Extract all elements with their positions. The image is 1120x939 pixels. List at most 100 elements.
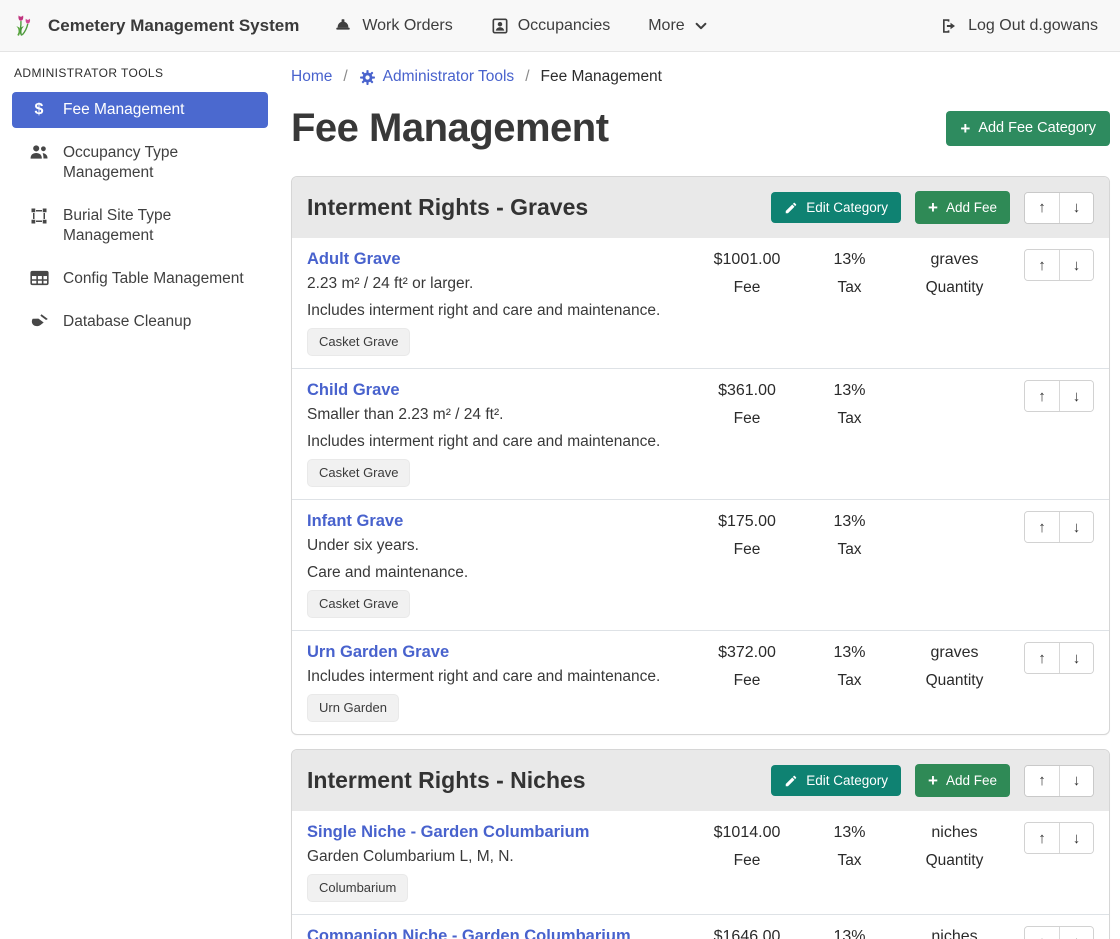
arrow-down-icon: ↓ xyxy=(1073,519,1081,536)
fee-description: Smaller than 2.23 m² / 24 ft². xyxy=(307,404,684,425)
pencil-icon xyxy=(784,774,798,788)
nav-more-label: More xyxy=(648,17,684,35)
category-title: Interment Rights - Niches xyxy=(307,767,771,794)
add-fee-button[interactable]: +Add Fee xyxy=(915,191,1010,224)
sidebar-item-database-cleanup[interactable]: Database Cleanup xyxy=(12,304,268,340)
arrow-down-icon: ↓ xyxy=(1073,650,1081,667)
breadcrumb-current: Fee Management xyxy=(541,68,663,86)
nav-occupancies[interactable]: Occupancies xyxy=(491,17,611,35)
page-header: Fee Management + Add Fee Category xyxy=(291,102,1110,154)
quantity-value: graves xyxy=(897,249,1012,270)
arrow-up-icon: ↑ xyxy=(1038,830,1046,847)
edit-category-button[interactable]: Edit Category xyxy=(771,765,901,796)
fee-reorder-group: ↑↓ xyxy=(1024,926,1094,939)
fee-name-link[interactable]: Single Niche - Garden Columbarium xyxy=(307,822,589,843)
move-fee-up-button[interactable]: ↑ xyxy=(1025,250,1059,280)
move-category-down-button[interactable]: ↓ xyxy=(1059,766,1093,796)
sidebar-list: $Fee Management Occupancy Type Management… xyxy=(12,92,268,340)
sidebar-item-burial-site-type-management[interactable]: Burial Site Type Management xyxy=(12,198,268,254)
edit-category-label: Edit Category xyxy=(806,200,888,215)
tax-rate-label: Tax xyxy=(802,671,897,691)
fee-type-badge: Casket Grave xyxy=(307,590,410,618)
move-fee-down-button[interactable]: ↓ xyxy=(1059,381,1093,411)
quantity-label: Quantity xyxy=(897,671,1012,691)
fee-category-card-interment-rights-graves: Interment Rights - Graves Edit Category +A… xyxy=(291,176,1110,735)
fee-type-badge: Columbarium xyxy=(307,874,408,902)
fee-description: Includes interment right and care and ma… xyxy=(307,300,684,321)
people-icon xyxy=(28,144,50,160)
fee-reorder-group: ↑↓ xyxy=(1024,511,1094,543)
move-fee-down-button[interactable]: ↓ xyxy=(1059,512,1093,542)
move-fee-up-button[interactable]: ↑ xyxy=(1025,381,1059,411)
pencil-icon xyxy=(784,201,798,215)
hard-hat-icon xyxy=(333,17,353,34)
quantity-label: Quantity xyxy=(897,278,1012,298)
top-navbar: Cemetery Management System Work Orders O… xyxy=(0,0,1120,52)
tax-rate-label: Tax xyxy=(802,851,897,871)
fee-category-card-interment-rights-niches: Interment Rights - NichesEdit Category +A… xyxy=(291,749,1110,939)
fee-amount-value: $1014.00 xyxy=(692,822,802,843)
tax-rate-label: Tax xyxy=(802,409,897,429)
fee-reorder-group: ↑↓ xyxy=(1024,642,1094,674)
fee-type-badge: Casket Grave xyxy=(307,328,410,356)
edit-category-button[interactable]: Edit Category xyxy=(771,192,901,223)
move-fee-up-button[interactable]: ↑ xyxy=(1025,512,1059,542)
breadcrumb-admin-tools-link[interactable]: Administrator Tools xyxy=(359,68,515,86)
quantity-value: niches xyxy=(897,926,1012,939)
fee-name-link[interactable]: Adult Grave xyxy=(307,249,401,270)
move-fee-up-button[interactable]: ↑ xyxy=(1025,823,1059,853)
fee-name-link[interactable]: Urn Garden Grave xyxy=(307,642,449,663)
nav-work-orders[interactable]: Work Orders xyxy=(333,17,452,35)
arrow-up-icon: ↑ xyxy=(1038,772,1046,789)
fee-description: 2.23 m² / 24 ft² or larger. xyxy=(307,273,684,294)
move-fee-down-button[interactable]: ↓ xyxy=(1059,927,1093,939)
tax-rate-column: 13%Tax xyxy=(802,926,897,939)
plus-icon: + xyxy=(928,772,938,789)
move-fee-up-button[interactable]: ↑ xyxy=(1025,643,1059,673)
sidebar-item-config-table-management[interactable]: Config Table Management xyxy=(12,261,268,297)
sidebar-item-label: Database Cleanup xyxy=(63,312,191,332)
fee-info: Adult Grave 2.23 m² / 24 ft² or larger. In… xyxy=(307,249,692,356)
fee-amount-label: Fee xyxy=(692,540,802,560)
move-fee-down-button[interactable]: ↓ xyxy=(1059,643,1093,673)
fee-amount-label: Fee xyxy=(692,409,802,429)
tax-rate-label: Tax xyxy=(802,278,897,298)
nav-more-dropdown[interactable]: More xyxy=(648,17,707,35)
breadcrumb-home-link[interactable]: Home xyxy=(291,68,332,86)
move-category-up-button[interactable]: ↑ xyxy=(1025,193,1059,223)
fee-reorder-group: ↑↓ xyxy=(1024,249,1094,281)
move-fee-down-button[interactable]: ↓ xyxy=(1059,823,1093,853)
move-fee-down-button[interactable]: ↓ xyxy=(1059,250,1093,280)
admin-sidebar: ADMINISTRATOR TOOLS $Fee ManagementOccup… xyxy=(0,52,280,939)
fee-name-link[interactable]: Companion Niche - Garden Columbarium xyxy=(307,926,631,939)
sidebar-item-label: Burial Site Type Management xyxy=(63,206,258,246)
tax-rate-value: 13% xyxy=(802,822,897,843)
quantity-column: nichesQuantity xyxy=(897,822,1012,871)
nav-occupancies-label: Occupancies xyxy=(518,17,611,35)
move-category-down-button[interactable]: ↓ xyxy=(1059,193,1093,223)
arrow-down-icon: ↓ xyxy=(1073,388,1081,405)
main-nav: Work Orders Occupancies More xyxy=(333,17,707,35)
fee-description: Under six years. xyxy=(307,535,684,556)
main-content: Home / Administrator Tools / Fee Managem… xyxy=(280,52,1120,939)
move-fee-up-button[interactable]: ↑ xyxy=(1025,927,1059,939)
category-header: Interment Rights - Graves Edit Category +A… xyxy=(292,177,1109,238)
fee-amount-column: $361.00Fee xyxy=(692,380,802,429)
fee-row-urn-garden-grave: Urn Garden GraveIncludes interment right… xyxy=(292,630,1109,734)
page-title: Fee Management xyxy=(291,102,609,154)
category-title: Interment Rights - Graves xyxy=(307,194,771,221)
add-fee-button[interactable]: +Add Fee xyxy=(915,764,1010,797)
chevron-down-icon xyxy=(694,19,708,33)
fee-name-link[interactable]: Infant Grave xyxy=(307,511,403,532)
add-fee-category-button[interactable]: + Add Fee Category xyxy=(946,111,1110,146)
tax-rate-column: 13%Tax xyxy=(802,511,897,560)
logout-button[interactable]: Log Out d.gowans xyxy=(939,17,1098,35)
fee-name-link[interactable]: Child Grave xyxy=(307,380,400,401)
sidebar-item-occupancy-type-management[interactable]: Occupancy Type Management xyxy=(12,135,268,191)
arrow-up-icon: ↑ xyxy=(1038,650,1046,667)
arrow-up-icon: ↑ xyxy=(1038,934,1046,939)
move-category-up-button[interactable]: ↑ xyxy=(1025,766,1059,796)
fee-amount-column: $1001.00Fee xyxy=(692,249,802,298)
sidebar-item-fee-management[interactable]: $Fee Management xyxy=(12,92,268,128)
quantity-column: gravesQuantity xyxy=(897,642,1012,691)
